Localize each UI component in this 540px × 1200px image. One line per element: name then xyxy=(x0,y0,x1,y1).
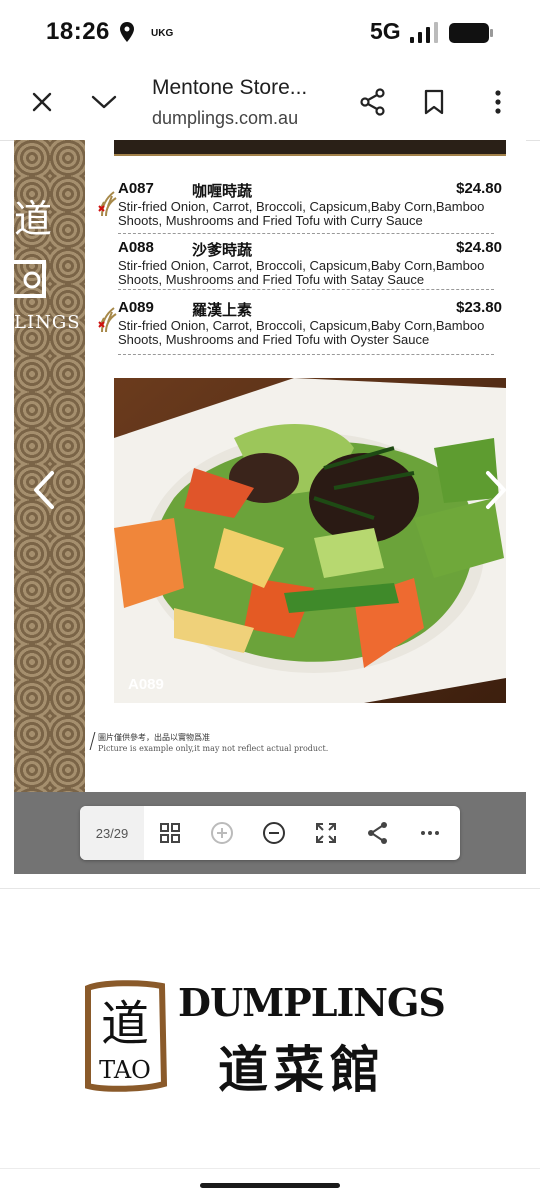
item-description: Stir-fried Onion, Carrot, Broccoli, Caps… xyxy=(118,319,518,347)
page-url[interactable]: dumplings.com.au xyxy=(152,108,298,129)
item-divider xyxy=(118,354,494,355)
brand-name: DUMPLINGS xyxy=(178,980,446,1025)
battery-icon xyxy=(449,23,493,43)
item-description-line1: Stir-fried Onion, Carrot, Broccoli, Caps… xyxy=(118,318,485,333)
more-vertical-icon xyxy=(495,90,501,114)
side-logo-word: LINGS xyxy=(14,312,81,333)
grid-icon xyxy=(160,823,180,843)
more-horizontal-icon xyxy=(421,831,439,835)
item-description-line2: Shoots, Mushrooms and Fried Tofu with Oy… xyxy=(118,332,430,347)
note-en: Picture is example only,it may not refle… xyxy=(98,744,329,753)
location-icon xyxy=(120,22,134,42)
photo-label: A089 xyxy=(128,676,164,693)
item-description-line1: Stir-fried Onion, Carrot, Broccoli, Caps… xyxy=(118,199,485,214)
menu-item: A088 沙爹時蔬 $24.80 Stir-fried Onion, Carro… xyxy=(118,239,514,295)
note-cn: 圖片僅供參考，出品以實物爲准 xyxy=(98,733,210,742)
section-divider xyxy=(0,888,540,889)
fullscreen-icon xyxy=(316,823,336,843)
item-name-cn: 羅漢上素 xyxy=(192,301,253,319)
item-price: $24.80 xyxy=(456,180,502,197)
chevron-right-icon xyxy=(486,471,506,509)
chevron-left-icon xyxy=(34,471,54,509)
vegetarian-icon xyxy=(98,307,117,333)
pdf-share-button[interactable] xyxy=(352,806,404,860)
svg-text:道: 道 xyxy=(101,996,149,1052)
item-description-line1: Stir-fried Onion, Carrot, Broccoli, Caps… xyxy=(118,258,485,273)
zoom-out-icon xyxy=(263,822,285,844)
share-icon xyxy=(360,88,385,116)
item-name-cn: 咖喱時蔬 xyxy=(192,182,253,200)
browser-toolbar: Mentone Store... dumplings.com.au xyxy=(0,66,540,141)
brand-name-cn: 道菜館 xyxy=(218,1041,386,1099)
tao-dumplings-logo: 道 TAO DUMPLINGS 道菜館 xyxy=(78,972,458,1102)
previous-page-button[interactable] xyxy=(24,465,64,515)
item-code: A087 xyxy=(118,180,154,197)
vegetarian-icon xyxy=(98,191,117,217)
status-time: 18:26 xyxy=(46,18,110,45)
item-description-line2: Shoots, Mushrooms and Fried Tofu with Cu… xyxy=(118,213,423,228)
page-info-button[interactable] xyxy=(84,82,124,122)
page-title: Mentone Store... xyxy=(152,76,308,99)
share-button[interactable] xyxy=(353,82,393,122)
zoom-in-icon xyxy=(211,822,233,844)
chevron-down-icon xyxy=(91,95,117,109)
status-bar: 18:26 UKG 5G xyxy=(0,0,540,66)
item-code: A089 xyxy=(118,299,154,316)
note-slash xyxy=(89,732,96,750)
pdf-page: 道 LINGS A087 咖喱時蔬 $24.80 Stir-fried Onio… xyxy=(14,140,526,792)
item-price: $24.80 xyxy=(456,239,502,256)
fullscreen-button[interactable] xyxy=(300,806,352,860)
menu-item: A087 咖喱時蔬 $24.80 Stir-fried Onion, Carro… xyxy=(118,180,514,236)
item-description-line2: Shoots, Mushrooms and Fried Tofu with Sa… xyxy=(118,272,425,287)
item-name-cn: 沙爹時蔬 xyxy=(192,241,253,259)
side-logo-emblem-icon xyxy=(14,260,46,298)
signal-icon xyxy=(410,22,438,43)
status-carrier: UKG xyxy=(151,28,174,39)
zoom-out-button[interactable] xyxy=(248,806,300,860)
close-icon xyxy=(32,92,52,112)
item-divider xyxy=(118,289,494,290)
status-network: 5G xyxy=(370,18,401,44)
close-button[interactable] xyxy=(22,82,62,122)
pdf-more-button[interactable] xyxy=(404,806,456,860)
side-logo-char: 道 xyxy=(14,197,53,241)
next-page-button[interactable] xyxy=(476,465,516,515)
bookmark-button[interactable] xyxy=(414,82,454,122)
zoom-in-button[interactable] xyxy=(196,806,248,860)
item-price: $23.80 xyxy=(456,299,502,316)
page-counter[interactable]: 23/29 xyxy=(80,806,144,860)
pdf-toolbar: 23/29 xyxy=(80,806,460,860)
item-description: Stir-fried Onion, Carrot, Broccoli, Caps… xyxy=(118,200,518,228)
dish-photo-image xyxy=(114,378,506,703)
top-photo-strip xyxy=(114,140,506,156)
item-description: Stir-fried Onion, Carrot, Broccoli, Caps… xyxy=(118,259,518,287)
bookmark-icon xyxy=(424,89,444,115)
bottom-divider xyxy=(0,1168,540,1169)
more-button[interactable] xyxy=(478,82,518,122)
dish-photo: A089 xyxy=(114,378,506,703)
side-logo: 道 LINGS xyxy=(14,200,85,340)
thumbnails-button[interactable] xyxy=(144,806,196,860)
svg-text:TAO: TAO xyxy=(99,1056,151,1084)
pdf-viewer[interactable]: 道 LINGS A087 咖喱時蔬 $24.80 Stir-fried Onio… xyxy=(14,140,526,874)
item-divider xyxy=(118,233,494,234)
tao-emblem-icon: 道 TAO xyxy=(85,980,168,1092)
home-indicator[interactable] xyxy=(200,1183,340,1188)
menu-item: A089 羅漢上素 $23.80 Stir-fried Onion, Carro… xyxy=(118,299,514,359)
item-code: A088 xyxy=(118,239,154,256)
share-icon xyxy=(368,822,387,844)
